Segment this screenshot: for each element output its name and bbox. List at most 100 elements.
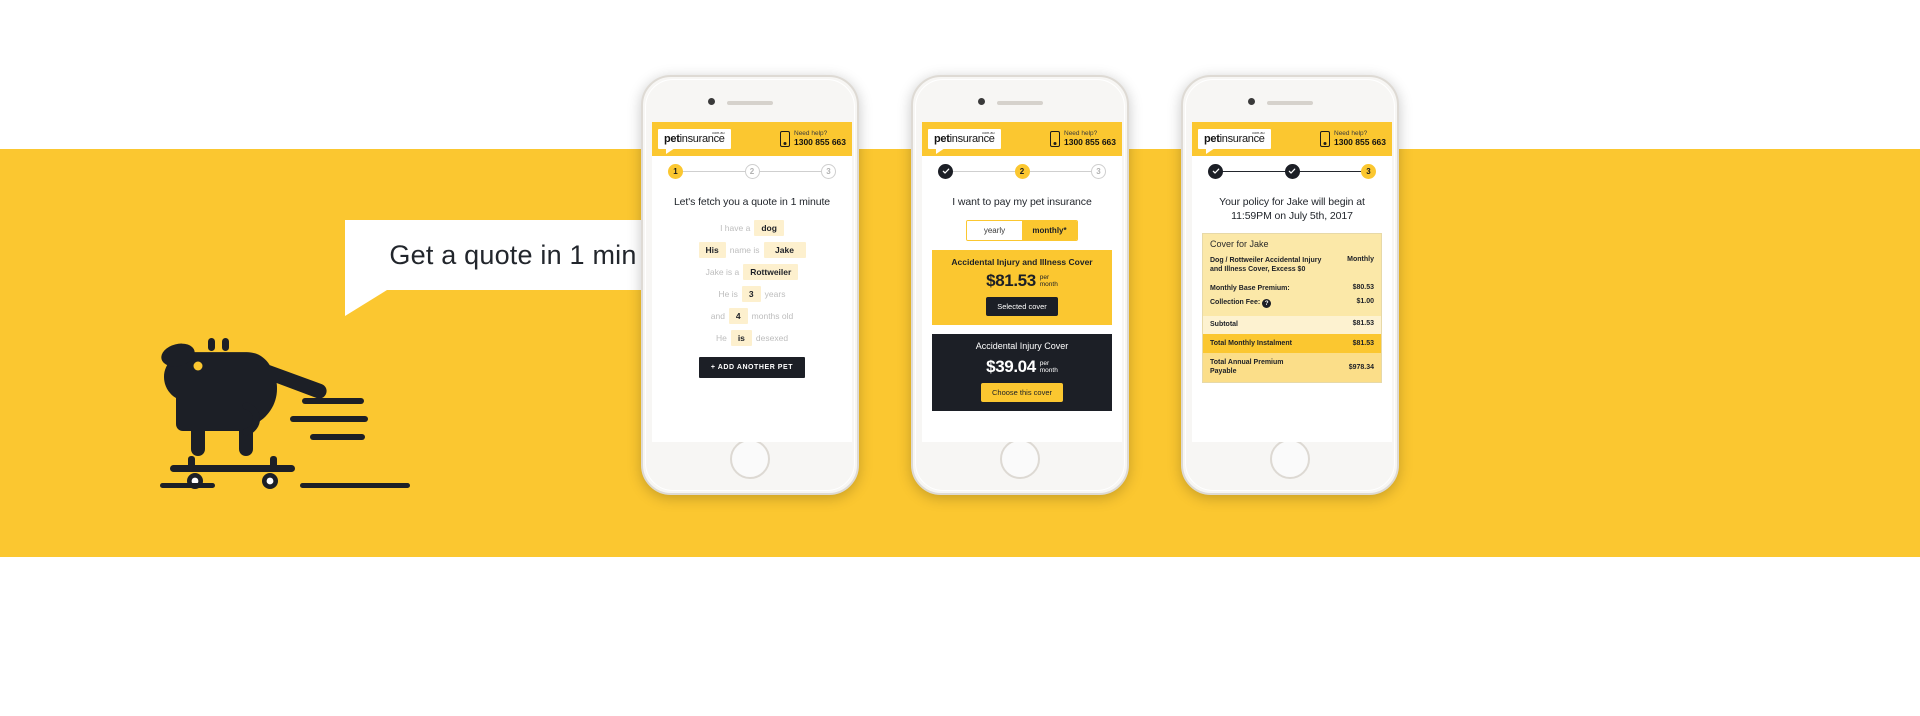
check-icon bbox=[1212, 168, 1219, 174]
cover-price: $39.04 bbox=[986, 356, 1036, 376]
dog-on-skateboard-illustration bbox=[160, 338, 410, 489]
form-row-breed: Jake is a Rottweiler bbox=[662, 263, 842, 280]
step-2[interactable] bbox=[1284, 163, 1300, 179]
phone-mockup-step-1: petinsurance com.au Need help? 1300 855 … bbox=[641, 75, 859, 495]
logo-tld: com.au bbox=[982, 131, 995, 135]
age-years-label: He is bbox=[718, 288, 738, 299]
summary-row-description: Dog / Rottweiler Accidental Injury and I… bbox=[1210, 254, 1374, 277]
summary-heading: Cover for Jake bbox=[1203, 233, 1381, 252]
name-label: name is bbox=[729, 244, 760, 255]
earpiece-speaker bbox=[727, 101, 773, 105]
phone-mockup-step-2: petinsurance com.au Need help? 1300 855 … bbox=[911, 75, 1129, 495]
base-premium-label: Monthly Base Premium: bbox=[1210, 285, 1290, 293]
home-button[interactable] bbox=[730, 439, 770, 479]
cover-name: Accidental Injury Cover bbox=[975, 341, 1069, 352]
species-value[interactable]: dog bbox=[754, 219, 784, 236]
app-header: petinsurance com.au Need help? 1300 855 … bbox=[1192, 122, 1392, 156]
screen-title: Let's fetch you a quote in 1 minute bbox=[673, 196, 831, 208]
summary-column-header: Monthly bbox=[1347, 255, 1374, 263]
headline-text: Get a quote in 1 min bbox=[389, 239, 637, 270]
quote-form: I have a dog His name is Jake Jake is a … bbox=[662, 219, 842, 346]
toggle-option-yearly[interactable]: yearly bbox=[967, 220, 1022, 240]
home-button[interactable] bbox=[1000, 439, 1040, 479]
toggle-option-monthly[interactable]: monthly* bbox=[1022, 220, 1077, 240]
cover-card-illness: Accidental Injury and Illness Cover $81.… bbox=[932, 249, 1112, 326]
step-1[interactable] bbox=[1208, 163, 1223, 179]
age-years-value[interactable]: 3 bbox=[741, 285, 761, 302]
billing-frequency-toggle[interactable]: yearly monthly* bbox=[966, 219, 1078, 241]
cover-card-accident: Accidental Injury Cover $39.04 per month… bbox=[932, 334, 1112, 411]
step-3[interactable]: 3 bbox=[1361, 163, 1376, 179]
logo-main: pet bbox=[1204, 133, 1220, 145]
home-button[interactable] bbox=[1270, 439, 1310, 479]
summary-row-total-monthly: Total Monthly Instalment $81.53 bbox=[1203, 333, 1381, 354]
age-years-unit: years bbox=[764, 288, 786, 299]
cover-period-per: per bbox=[1039, 274, 1050, 282]
earpiece-speaker bbox=[997, 101, 1043, 105]
form-row-name: His name is Jake bbox=[662, 241, 842, 258]
front-camera-icon bbox=[708, 98, 715, 105]
base-premium-value: $80.53 bbox=[1352, 284, 1374, 292]
cover-period-per: per bbox=[1039, 359, 1050, 367]
summary-row-subtotal: Subtotal $81.53 bbox=[1203, 316, 1381, 334]
phone-mockup-step-3: petinsurance com.au Need help? 1300 855 … bbox=[1181, 75, 1399, 495]
pet-name-value[interactable]: Jake bbox=[763, 241, 806, 258]
step-3[interactable]: 3 bbox=[821, 163, 836, 179]
check-icon bbox=[942, 168, 949, 174]
app-screen-2: petinsurance com.au Need help? 1300 855 … bbox=[922, 122, 1122, 442]
step-3[interactable]: 3 bbox=[1091, 163, 1106, 179]
app-header: petinsurance com.au Need help? 1300 855 … bbox=[922, 122, 1122, 156]
mobile-phone-icon bbox=[780, 131, 790, 147]
brand-logo[interactable]: petinsurance com.au bbox=[928, 129, 1001, 154]
need-help-block[interactable]: Need help? 1300 855 663 bbox=[1320, 130, 1386, 147]
total-annual-label: Total Annual Premium Payable bbox=[1210, 359, 1284, 376]
progress-stepper-3: 3 bbox=[1192, 156, 1392, 186]
help-phone-number: 1300 855 663 bbox=[1334, 136, 1386, 147]
selected-cover-button[interactable]: Selected cover bbox=[986, 297, 1058, 317]
headline-speech-bubble: Get a quote in 1 min bbox=[345, 220, 681, 290]
collection-fee-text: Collection Fee: bbox=[1210, 298, 1261, 306]
cover-name: Accidental Injury and Illness Cover bbox=[951, 256, 1093, 267]
choose-this-cover-button[interactable]: Choose this cover bbox=[980, 382, 1064, 402]
need-help-block[interactable]: Need help? 1300 855 663 bbox=[1050, 130, 1116, 147]
form-row-age-years: He is 3 years bbox=[662, 285, 842, 302]
cover-price: $81.53 bbox=[986, 271, 1036, 291]
question-mark-icon[interactable]: ? bbox=[1262, 299, 1272, 309]
cover-period-unit: month bbox=[1039, 281, 1058, 289]
desexed-value[interactable]: is bbox=[730, 329, 752, 346]
brand-logo[interactable]: petinsurance com.au bbox=[1198, 129, 1271, 154]
logo-main: pet bbox=[664, 133, 680, 145]
add-another-pet-button[interactable]: + ADD ANOTHER PET bbox=[698, 356, 806, 378]
logo-tld: com.au bbox=[712, 131, 725, 135]
step-2[interactable]: 2 bbox=[1014, 163, 1030, 179]
gender-pronoun-value[interactable]: His bbox=[698, 241, 726, 258]
check-icon bbox=[1288, 168, 1296, 174]
policy-summary-table: Cover for Jake Dog / Rottweiler Accident… bbox=[1202, 232, 1382, 383]
app-header: petinsurance com.au Need help? 1300 855 … bbox=[652, 122, 852, 156]
form-row-age-months: and 4 months old bbox=[662, 307, 842, 324]
species-label: I have a bbox=[720, 222, 751, 233]
age-months-label: and bbox=[710, 310, 725, 321]
mobile-phone-icon bbox=[1050, 131, 1060, 147]
cover-description: Dog / Rottweiler Accidental Injury and I… bbox=[1210, 256, 1322, 274]
summary-row-total-annual: Total Annual Premium Payable $978.34 bbox=[1203, 353, 1381, 382]
logo-main: pet bbox=[934, 133, 950, 145]
step-2[interactable]: 2 bbox=[744, 163, 760, 179]
brand-logo[interactable]: petinsurance com.au bbox=[658, 129, 731, 154]
need-help-block[interactable]: Need help? 1300 855 663 bbox=[780, 130, 846, 147]
front-camera-icon bbox=[1248, 98, 1255, 105]
desexed-post-label: desexed bbox=[755, 332, 789, 343]
step-1[interactable] bbox=[938, 163, 953, 179]
breed-value[interactable]: Rottweiler bbox=[743, 263, 799, 280]
app-screen-1: petinsurance com.au Need help? 1300 855 … bbox=[652, 122, 852, 442]
front-camera-icon bbox=[978, 98, 985, 105]
form-row-species: I have a dog bbox=[662, 219, 842, 236]
step-1[interactable]: 1 bbox=[668, 163, 683, 179]
screen-title: Your policy for Jake will begin at 11:59… bbox=[1219, 196, 1365, 222]
cover-period-unit: month bbox=[1039, 366, 1058, 374]
age-months-value[interactable]: 4 bbox=[728, 307, 748, 324]
age-months-unit: months old bbox=[751, 310, 794, 321]
help-phone-number: 1300 855 663 bbox=[794, 136, 846, 147]
progress-stepper-1: 1 2 3 bbox=[652, 156, 852, 186]
mobile-phone-icon bbox=[1320, 131, 1330, 147]
